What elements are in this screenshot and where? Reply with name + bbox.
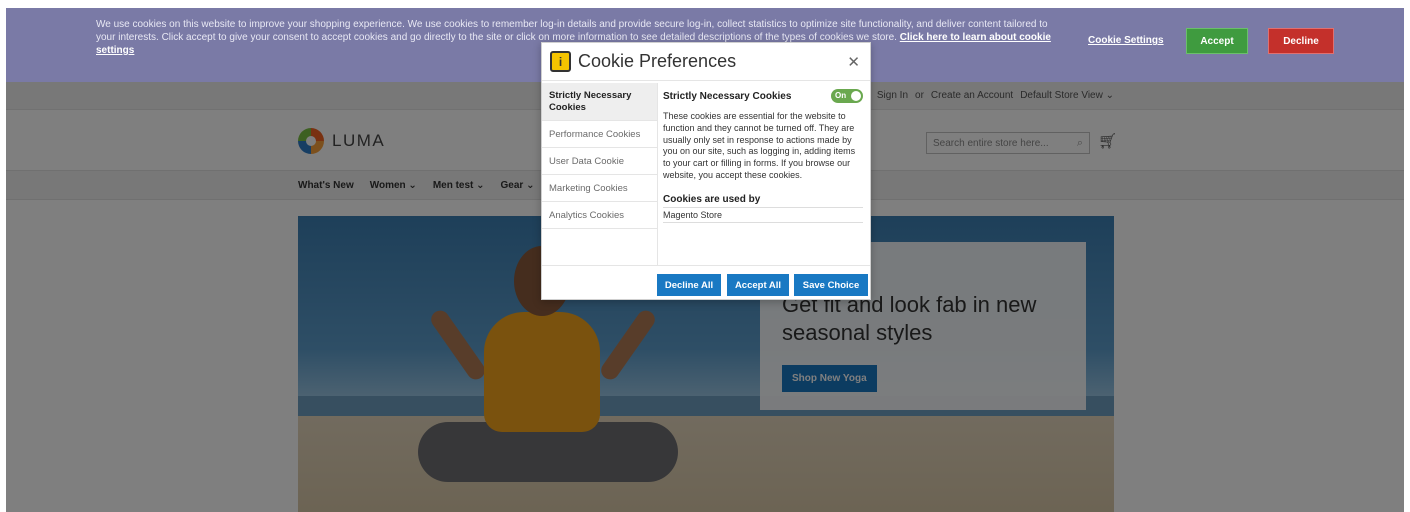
- tab-user-data[interactable]: User Data Cookie: [542, 148, 657, 175]
- toggle-knob: [851, 91, 861, 101]
- strictly-necessary-toggle[interactable]: On: [831, 89, 863, 103]
- close-icon[interactable]: ✕: [847, 53, 860, 71]
- cookie-preferences-modal: i Cookie Preferences ✕ Strictly Necessar…: [541, 42, 871, 300]
- section-title: Strictly Necessary Cookies: [663, 90, 792, 102]
- save-choice-button[interactable]: Save Choice: [794, 274, 868, 296]
- cookie-logo-icon: i: [550, 51, 571, 72]
- modal-footer: Decline All Accept All Save Choice: [542, 265, 870, 301]
- tab-marketing[interactable]: Marketing Cookies: [542, 175, 657, 202]
- accept-button[interactable]: Accept: [1186, 28, 1248, 54]
- tab-analytics[interactable]: Analytics Cookies: [542, 202, 657, 229]
- modal-header: i Cookie Preferences ✕: [542, 43, 870, 81]
- tab-strictly-necessary[interactable]: Strictly Necessary Cookies: [542, 83, 657, 121]
- tab-performance[interactable]: Performance Cookies: [542, 121, 657, 148]
- toggle-label: On: [835, 91, 847, 100]
- accept-all-button[interactable]: Accept All: [727, 274, 789, 296]
- section-description: These cookies are essential for the webs…: [663, 111, 856, 180]
- decline-all-button[interactable]: Decline All: [657, 274, 721, 296]
- cookie-settings-link[interactable]: Cookie Settings: [1088, 35, 1164, 46]
- modal-title: Cookie Preferences: [578, 51, 737, 71]
- cookies-used-by-title: Cookies are used by: [663, 194, 863, 208]
- cookie-category-tabs: Strictly Necessary Cookies Performance C…: [542, 83, 658, 265]
- cookies-used-by-item: Magento Store: [663, 208, 863, 223]
- cookie-category-content: Strictly Necessary Cookies On These cook…: [663, 89, 863, 265]
- decline-button[interactable]: Decline: [1268, 28, 1334, 54]
- browser-viewport: gs Sign In or Create an Account Default …: [6, 8, 1404, 512]
